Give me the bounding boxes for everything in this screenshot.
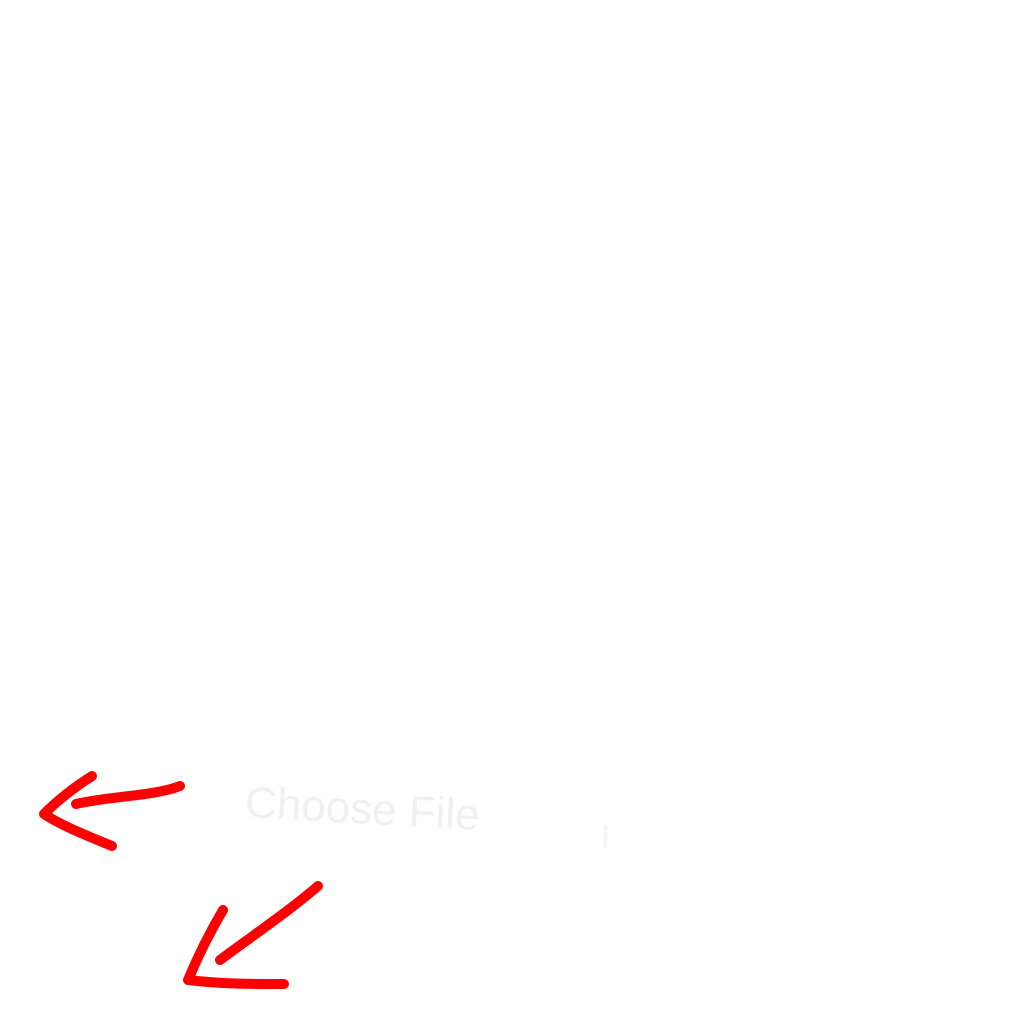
page: Choose File [0,0,1024,1024]
file-name-status [603,825,608,848]
left-arrow-icon [39,771,185,851]
choose-file-button[interactable]: Choose File [222,752,502,867]
down-left-arrow-icon [183,881,323,989]
file-input[interactable]: Choose File [222,752,647,875]
annotation-overlay [39,771,323,989]
